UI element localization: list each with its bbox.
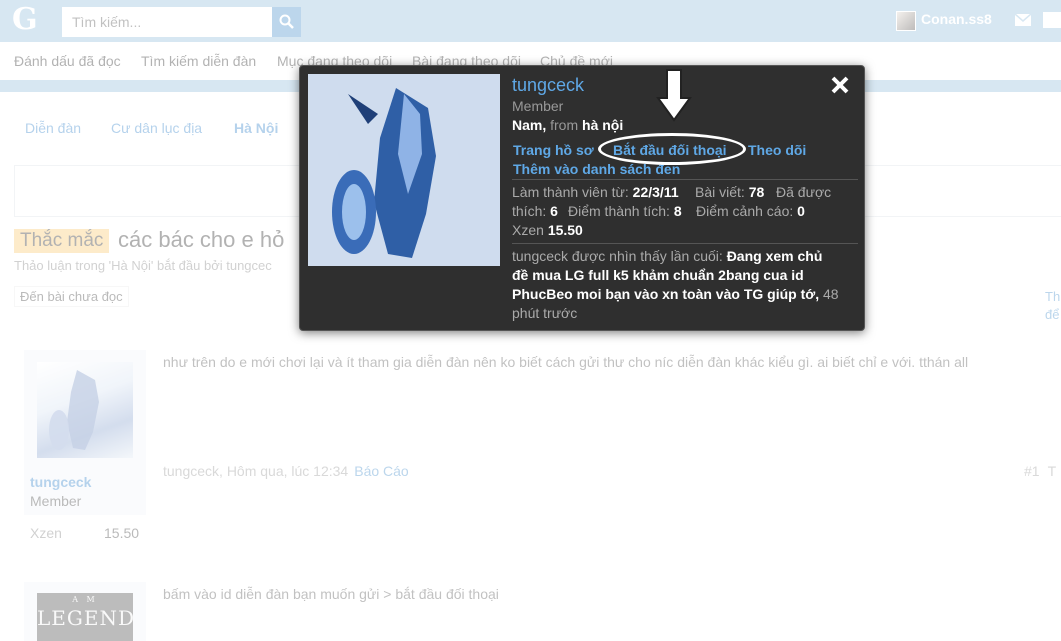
xzen-value: 15.50 bbox=[547, 222, 583, 238]
profile-link[interactable]: Trang hồ sơ bbox=[513, 141, 594, 160]
thread-tools-text-1: Th bbox=[1045, 289, 1061, 304]
search-input[interactable] bbox=[62, 7, 272, 37]
member-card: tungceck Member Nam, from hà nội Trang h… bbox=[299, 65, 865, 331]
member-avatar-image bbox=[308, 74, 500, 266]
post-number-text: #1 bbox=[1024, 463, 1040, 479]
user-avatar[interactable] bbox=[896, 11, 916, 31]
member-name-link[interactable]: tungceck bbox=[512, 75, 584, 96]
thread-tools-text-2: để bbox=[1045, 307, 1060, 322]
search-forums-link[interactable]: Tìm kiếm diễn đàn bbox=[141, 53, 256, 69]
thread-meta: Thảo luận trong 'Hà Nội' bắt đầu bởi tun… bbox=[14, 258, 272, 273]
post-message: như trên do e mới chơi lại và ít tham gi… bbox=[163, 354, 969, 370]
mail-icon[interactable] bbox=[1015, 14, 1031, 26]
card-divider-2 bbox=[512, 243, 858, 244]
poster-stat-value: 15.50 bbox=[104, 525, 140, 541]
poster-avatar-image bbox=[49, 370, 99, 450]
user-name-link[interactable]: Conan.ss8 bbox=[921, 11, 992, 27]
avatar-logo-text: LEGEND bbox=[37, 606, 135, 630]
last-seen-activity-1[interactable]: Đang xem chủ bbox=[727, 248, 823, 264]
posts-label: Bài viết: bbox=[695, 184, 745, 200]
last-seen-line-2: đề mua LG full k5 khảm chuẩn 2bang cua i… bbox=[512, 266, 804, 285]
points-label: Điểm thành tích: bbox=[568, 203, 670, 219]
post-message-2: bấm vào id diễn đàn bạn muốn gửi > bắt đ… bbox=[163, 586, 499, 602]
likes-label-1: Đã được bbox=[776, 184, 832, 200]
posts-stat[interactable]: Bài viết: 78 bbox=[695, 183, 764, 202]
post-number[interactable]: #1 T bbox=[1024, 463, 1056, 479]
poster-stat-label: Xzen bbox=[30, 525, 62, 541]
joined-stat: Làm thành viên từ: 22/3/11 bbox=[512, 183, 679, 202]
likes-label-2: thích: bbox=[512, 203, 547, 219]
poster-role: Member bbox=[30, 493, 82, 509]
xzen-stat: Xzen 15.50 bbox=[512, 221, 583, 240]
likes-value: 6 bbox=[550, 203, 558, 219]
alerts-icon[interactable] bbox=[1043, 12, 1061, 28]
warn-label: Điểm cảnh cáo: bbox=[696, 203, 794, 219]
breadcrumb-category[interactable]: Cư dân lục địa bbox=[111, 120, 202, 136]
points-stat[interactable]: Điểm thành tích: 8 bbox=[568, 202, 682, 221]
post-footer: tungceck, Hôm qua, lúc 12:34 Báo Cáo bbox=[163, 463, 409, 479]
last-seen-line-1: tungceck được nhìn thấy lần cuối: Đang x… bbox=[512, 247, 822, 266]
warn-value: 0 bbox=[797, 203, 805, 219]
member-gender: Nam, bbox=[512, 117, 547, 133]
close-icon[interactable] bbox=[831, 76, 849, 94]
avatar-small-text: A M bbox=[72, 595, 98, 604]
report-link[interactable]: Báo Cáo bbox=[354, 463, 408, 479]
poster-avatar-2[interactable]: A M LEGEND bbox=[37, 593, 135, 641]
warn-stat: Điểm cảnh cáo: 0 bbox=[696, 202, 805, 221]
thread-title: các bác cho e hỏ bbox=[118, 227, 285, 252]
last-seen-ago-1: 48 bbox=[822, 286, 839, 302]
points-value: 8 bbox=[673, 203, 682, 219]
post-author-time[interactable]: tungceck, Hôm qua, lúc 12:34 bbox=[163, 463, 348, 479]
thread-prefix[interactable]: Thắc mắc bbox=[14, 229, 110, 253]
search-icon bbox=[279, 14, 294, 29]
top-bar: G Conan.ss8 bbox=[0, 0, 1061, 42]
thread-tools-link[interactable]: Th để bbox=[1045, 288, 1060, 324]
member-location: Nam, from hà nội bbox=[512, 117, 623, 133]
member-location-value[interactable]: hà nội bbox=[582, 117, 623, 133]
last-seen-ago-2: phút trước bbox=[512, 305, 578, 321]
xzen-label: Xzen bbox=[512, 222, 544, 238]
poster-name[interactable]: tungceck bbox=[30, 474, 91, 490]
last-seen-line-3: PhucBeo moi bạn vào xn toàn vào TG giúp … bbox=[512, 285, 839, 304]
posts-value: 78 bbox=[748, 184, 765, 200]
breadcrumb-forums[interactable]: Diễn đàn bbox=[25, 120, 81, 136]
poster-avatar[interactable] bbox=[37, 362, 133, 458]
follow-link[interactable]: Theo dõi bbox=[748, 141, 806, 160]
likes-stat: thích: 6 bbox=[512, 202, 558, 221]
member-card-avatar[interactable] bbox=[308, 74, 500, 266]
breadcrumb-current[interactable]: Hà Nội bbox=[234, 120, 278, 136]
highlight-ellipse bbox=[598, 133, 746, 165]
member-role: Member bbox=[512, 98, 564, 114]
site-logo[interactable]: G bbox=[12, 4, 38, 36]
go-to-unread-button[interactable]: Đến bài chưa đọc bbox=[14, 286, 129, 307]
joined-value: 22/3/11 bbox=[632, 184, 679, 200]
down-arrow-icon bbox=[656, 69, 692, 122]
card-divider-1 bbox=[512, 179, 858, 180]
last-seen-activity-2[interactable]: đề mua LG full k5 khảm chuẩn 2bang cua i… bbox=[512, 267, 804, 283]
last-seen-label: tungceck được nhìn thấy lần cuối: bbox=[512, 248, 723, 264]
from-label: from bbox=[550, 117, 579, 133]
post-extra-text: T bbox=[1047, 463, 1057, 479]
mark-read-link[interactable]: Đánh dấu đã đọc bbox=[14, 53, 121, 69]
search-button[interactable] bbox=[272, 7, 301, 37]
joined-label: Làm thành viên từ: bbox=[512, 184, 629, 200]
last-seen-activity-3[interactable]: PhucBeo moi bạn vào xn toàn vào TG giúp … bbox=[512, 286, 819, 302]
